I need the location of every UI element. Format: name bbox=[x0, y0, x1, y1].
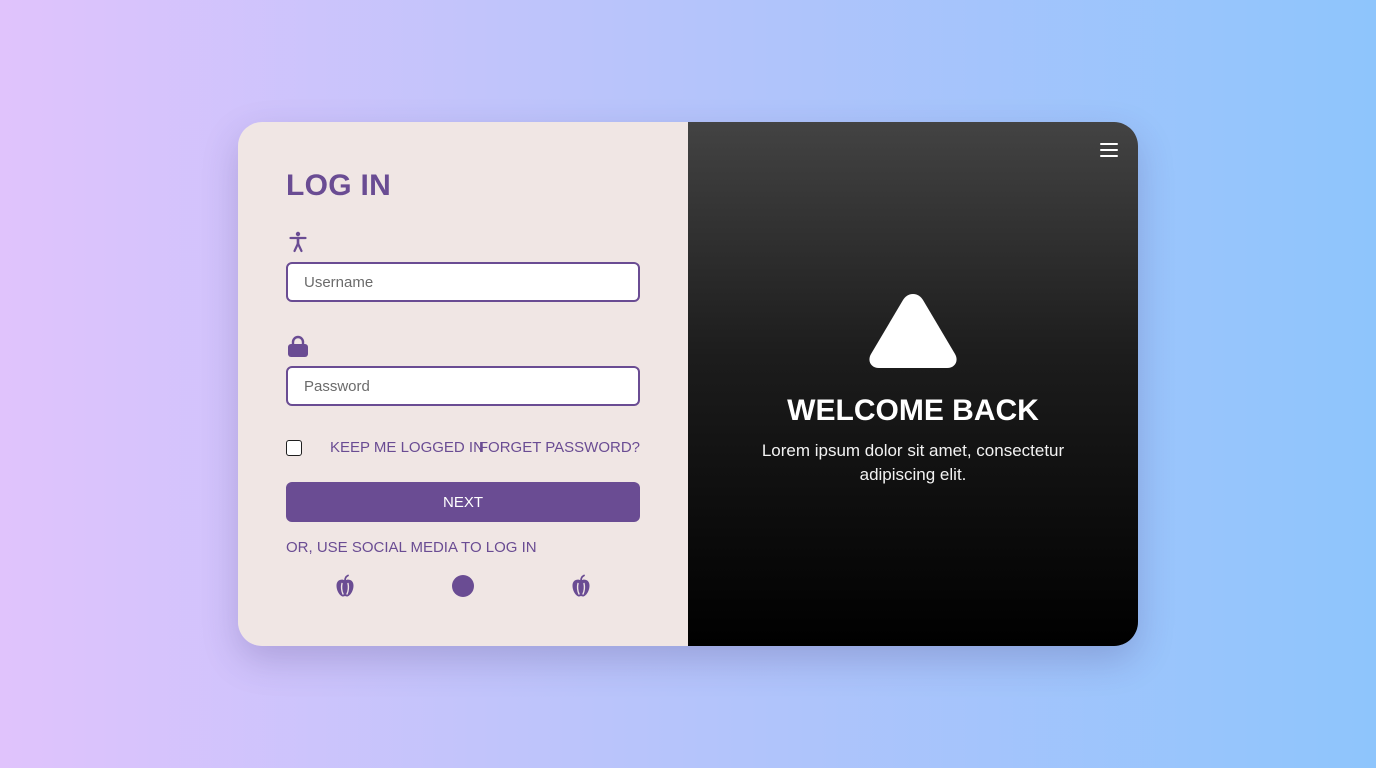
welcome-text: Lorem ipsum dolor sit amet, consectetur … bbox=[761, 441, 1065, 484]
accessibility-person-icon bbox=[286, 230, 310, 254]
circle-icon[interactable] bbox=[450, 573, 476, 599]
apple-icon[interactable] bbox=[568, 573, 594, 599]
triangle-logo-icon bbox=[869, 294, 957, 368]
keep-logged-in-label: KEEP ME LOGGED IN bbox=[330, 439, 484, 456]
social-login-label: OR, USE SOCIAL MEDIA TO LOG IN bbox=[286, 539, 537, 556]
username-input[interactable] bbox=[286, 262, 640, 302]
next-button[interactable]: NEXT bbox=[286, 482, 640, 522]
keep-logged-in-checkbox[interactable] bbox=[286, 440, 302, 456]
apple-icon[interactable] bbox=[332, 573, 358, 599]
hamburger-menu-icon[interactable] bbox=[1098, 140, 1120, 160]
lock-icon bbox=[286, 334, 310, 358]
login-panel: LOG IN KEEP ME LOGGED IN FORGET PASSWORD… bbox=[238, 122, 688, 646]
forget-password-link[interactable]: FORGET PASSWORD? bbox=[479, 439, 640, 457]
login-title: LOG IN bbox=[286, 169, 392, 202]
welcome-panel: WELCOME BACK Lorem ipsum dolor sit amet,… bbox=[688, 122, 1138, 646]
password-input[interactable] bbox=[286, 366, 640, 406]
login-card: LOG IN KEEP ME LOGGED IN FORGET PASSWORD… bbox=[238, 122, 1138, 646]
welcome-title: WELCOME BACK bbox=[787, 394, 1039, 427]
